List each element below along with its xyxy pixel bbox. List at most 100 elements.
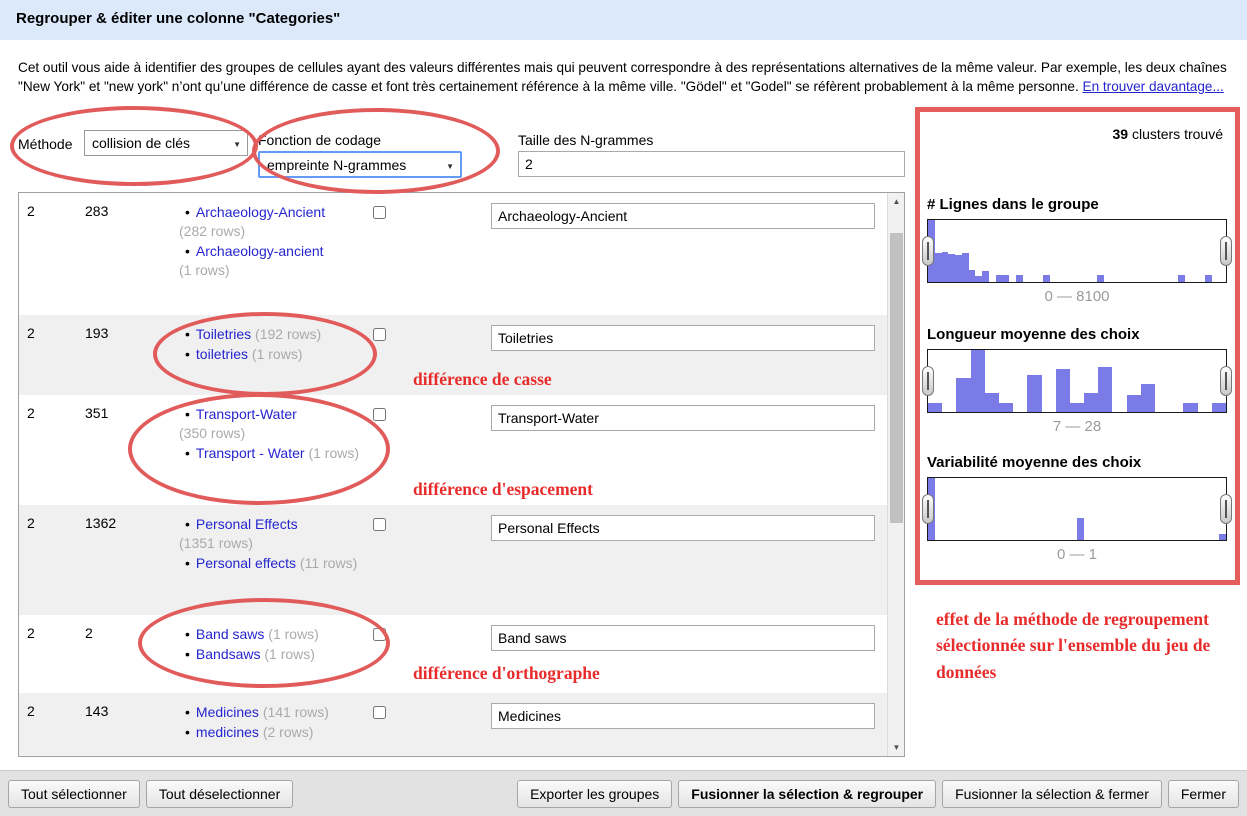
histogram-bar: [989, 220, 996, 282]
merge-checkbox[interactable]: [373, 408, 386, 421]
histogram-bar: [1185, 220, 1192, 282]
cluster-value-link[interactable]: Transport - Water: [196, 445, 305, 461]
histogram-bar: [935, 220, 942, 282]
cluster-value-link[interactable]: Archaeology-Ancient: [196, 204, 325, 220]
histogram-bar: [985, 350, 999, 412]
histogram-bar: [1016, 220, 1023, 282]
histogram-bar: [1124, 220, 1131, 282]
scroll-down-icon[interactable]: ▼: [888, 739, 905, 756]
histogram-bar: [1151, 220, 1158, 282]
new-value-input[interactable]: [491, 625, 875, 651]
histogram-bar: [982, 220, 989, 282]
histogram-bar: [1158, 220, 1165, 282]
histogram-bar: [1145, 220, 1152, 282]
histogram-bar: [1050, 220, 1057, 282]
cluster-values-cell: •Archaeology-Ancient (282 rows)•Archaeol…: [159, 203, 365, 315]
ngram-size-input[interactable]: [518, 151, 905, 177]
histogram-bar: [1155, 350, 1169, 412]
histogram-bar: [1002, 478, 1009, 540]
bullet-icon: •: [185, 406, 190, 422]
histogram-bar: [1084, 478, 1091, 540]
histogram-bar: [956, 350, 970, 412]
histogram-bar: [1131, 478, 1138, 540]
cluster-size-cell: 2: [19, 625, 77, 693]
footer-button-tout-s-lectionner[interactable]: Tout sélectionner: [8, 780, 140, 808]
cluster-value-rowcount: (192 rows): [251, 326, 321, 342]
new-value-cell: [483, 515, 887, 615]
cluster-value-link[interactable]: Toiletries: [196, 326, 251, 342]
range-slider-left-handle[interactable]: [922, 236, 934, 266]
histogram-bar: [1043, 478, 1050, 540]
scroll-up-icon[interactable]: ▲: [888, 193, 905, 210]
new-value-input[interactable]: [491, 703, 875, 729]
cluster-value-link[interactable]: toiletries: [196, 346, 248, 362]
keying-function-select[interactable]: empreinte N-grammes ▼: [258, 151, 462, 178]
bullet-icon: •: [185, 326, 190, 342]
cluster-value-link[interactable]: Personal Effects: [196, 516, 298, 532]
table-row: 21362•Personal Effects (1351 rows)•Perso…: [19, 505, 887, 615]
find-more-link[interactable]: En trouver davantage...: [1083, 79, 1224, 94]
cluster-value-item: • Transport-Water (350 rows): [167, 405, 365, 443]
bullet-icon: •: [185, 626, 190, 642]
merge-checkbox[interactable]: [373, 628, 386, 641]
histogram-bar: [1145, 478, 1152, 540]
merge-checkbox[interactable]: [373, 518, 386, 531]
histogram-bar: [1027, 350, 1041, 412]
new-value-input[interactable]: [491, 405, 875, 431]
footer-button-fermer[interactable]: Fermer: [1168, 780, 1239, 808]
histogram-bar: [969, 478, 976, 540]
cluster-value-item: •Archaeology-Ancient (282 rows): [167, 203, 365, 241]
method-select[interactable]: collision de clés ▼: [84, 130, 248, 156]
cluster-size-cell: 2: [19, 515, 77, 615]
range-slider-right-handle[interactable]: [1220, 366, 1232, 396]
cluster-value-link[interactable]: Personal effects: [196, 555, 296, 571]
range-slider-left-handle[interactable]: [922, 366, 934, 396]
footer-button-fusionner-la-s-lection-regrouper[interactable]: Fusionner la sélection & regrouper: [678, 780, 936, 808]
cluster-size-cell: 2: [19, 405, 77, 505]
histogram-bar: [1141, 350, 1155, 412]
cluster-value-link[interactable]: Archaeology-ancient: [196, 243, 324, 259]
footer-button-tout-d-selectionner[interactable]: Tout déselectionner: [146, 780, 293, 808]
range-slider-right-handle[interactable]: [1220, 494, 1232, 524]
clusters-found-count: 39: [1112, 126, 1128, 142]
cluster-value-link[interactable]: Band saws: [196, 626, 264, 642]
cluster-value-link[interactable]: Transport-Water: [196, 406, 297, 422]
cluster-value-link[interactable]: medicines: [196, 724, 259, 740]
cluster-value-link[interactable]: Bandsaws: [196, 646, 261, 662]
histogram-bar: [1098, 350, 1112, 412]
merge-checkbox[interactable]: [373, 706, 386, 719]
bullet-icon: •: [185, 704, 190, 720]
cluster-value-rowcount: (350 rows): [179, 425, 245, 441]
footer-button-exporter-les-groupes[interactable]: Exporter les groupes: [517, 780, 672, 808]
bullet-icon: •: [185, 204, 190, 220]
histogram-bar: [1165, 220, 1172, 282]
histogram-bar: [1183, 350, 1197, 412]
histogram-bar: [942, 220, 949, 282]
histogram-bar: [1097, 478, 1104, 540]
cluster-value-item: •Bandsaws (1 rows): [167, 645, 365, 664]
histogram-length-title: Longueur moyenne des choix: [927, 326, 1140, 343]
merge-checkbox[interactable]: [373, 206, 386, 219]
scrollbar-thumb[interactable]: [890, 233, 903, 523]
vertical-scrollbar[interactable]: ▲ ▼: [887, 193, 904, 756]
histogram-bar: [975, 220, 982, 282]
histogram-bar: [1063, 220, 1070, 282]
footer-button-fusionner-la-s-lection-fermer[interactable]: Fusionner la sélection & fermer: [942, 780, 1162, 808]
merge-checkbox[interactable]: [373, 328, 386, 341]
cluster-value-link[interactable]: Medicines: [196, 704, 259, 720]
histogram-bar: [1023, 478, 1030, 540]
cluster-count-cell: 351: [77, 405, 159, 505]
histogram-bar: [1112, 350, 1126, 412]
new-value-input[interactable]: [491, 203, 875, 229]
histogram-rows-title: # Lignes dans le groupe: [927, 196, 1099, 213]
bullet-icon: •: [185, 516, 190, 532]
new-value-input[interactable]: [491, 325, 875, 351]
new-value-input[interactable]: [491, 515, 875, 541]
histogram-bar: [989, 478, 996, 540]
chevron-down-icon: ▼: [233, 140, 241, 149]
range-slider-left-handle[interactable]: [922, 494, 934, 524]
histogram-bar: [1185, 478, 1192, 540]
cluster-values-cell: • Transport-Water (350 rows)• Transport - …: [159, 405, 365, 505]
range-slider-right-handle[interactable]: [1220, 236, 1232, 266]
histogram-variance-title: Variabilité moyenne des choix: [927, 454, 1141, 471]
